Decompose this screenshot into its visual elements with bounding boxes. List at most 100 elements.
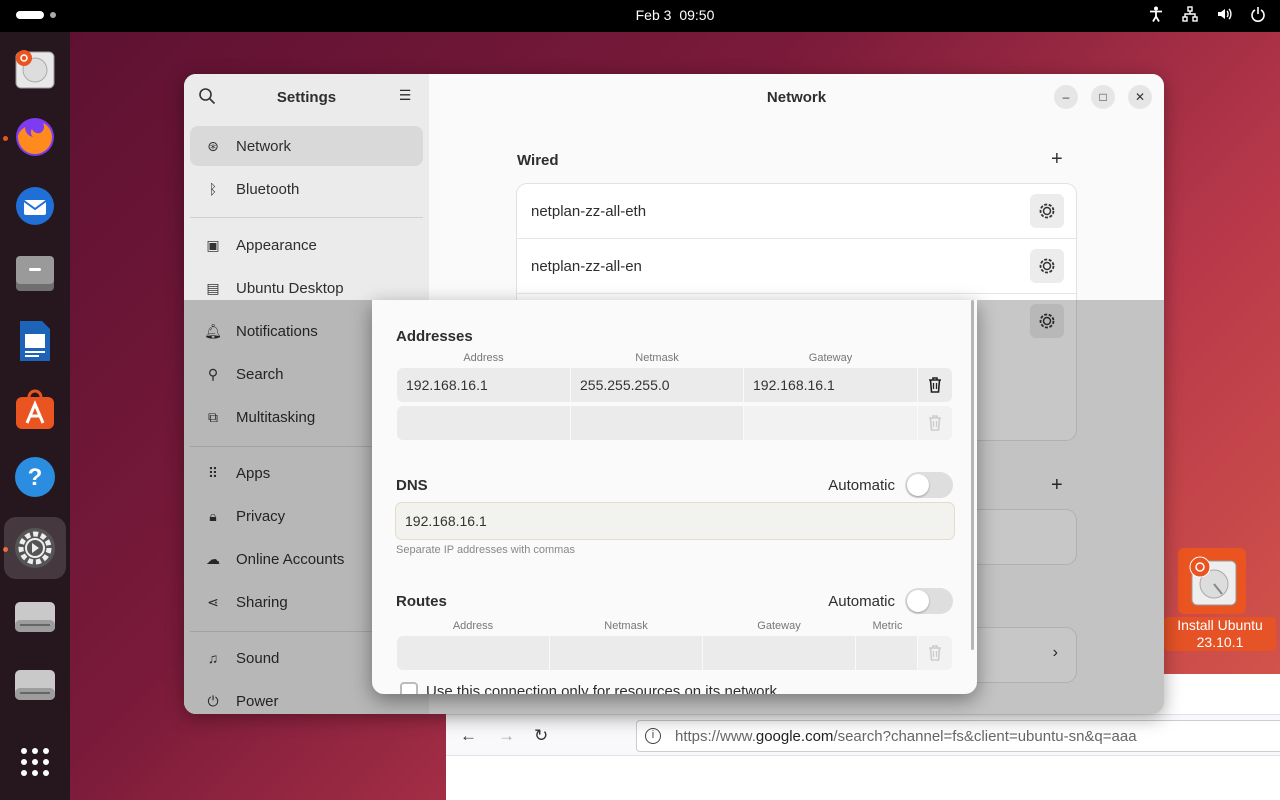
connection-settings-button[interactable] bbox=[1030, 194, 1064, 228]
dns-automatic-row: Automatic bbox=[828, 472, 953, 498]
desktop-icon-label-line2: 23.10.1 bbox=[1196, 634, 1244, 650]
info-icon[interactable]: i bbox=[645, 728, 661, 744]
minimize-button[interactable]: – bbox=[1054, 85, 1078, 109]
ipv4-settings-dialog: Addresses Address Netmask Gateway 192.16… bbox=[372, 300, 977, 694]
route-metric-field[interactable] bbox=[856, 636, 918, 670]
connection-row[interactable]: netplan-zz-all-eth bbox=[517, 184, 1076, 239]
sidebar-item-label: Appearance bbox=[236, 236, 317, 254]
show-apps-grid-icon[interactable] bbox=[11, 738, 59, 786]
hamburger-menu-icon[interactable]: ☰ bbox=[395, 87, 415, 107]
netmask-column-header: Netmask bbox=[635, 352, 679, 364]
dialog-scrollbar[interactable] bbox=[971, 300, 974, 650]
network-icon[interactable] bbox=[1182, 6, 1198, 25]
dock-writer[interactable] bbox=[11, 317, 59, 365]
sidebar-divider bbox=[190, 217, 423, 218]
gateway-field[interactable]: 192.168.16.1 bbox=[744, 368, 918, 402]
route-netmask-field[interactable] bbox=[550, 636, 703, 670]
bluetooth-icon: ᛒ bbox=[208, 181, 218, 197]
url-bar[interactable]: i https://www. google.com/search?channel=… bbox=[636, 720, 1280, 752]
netmask-field[interactable] bbox=[571, 406, 744, 440]
accessibility-icon[interactable] bbox=[1148, 6, 1164, 25]
clock-time: 09:50 bbox=[679, 7, 715, 23]
dock-help[interactable]: ? bbox=[11, 453, 59, 501]
dns-title: DNS bbox=[396, 477, 428, 494]
address-field[interactable]: 192.168.16.1 bbox=[397, 368, 571, 402]
trash-icon bbox=[929, 645, 941, 661]
toggle-knob bbox=[907, 474, 929, 496]
connection-name: netplan-zz-all-eth bbox=[531, 202, 647, 220]
routes-automatic-row: Automatic bbox=[828, 588, 953, 614]
svg-text:?: ? bbox=[28, 464, 43, 491]
delete-address-button[interactable] bbox=[918, 368, 952, 402]
routes-title: Routes bbox=[396, 593, 447, 610]
sidebar-item-network[interactable]: ⊛ Network bbox=[190, 126, 423, 166]
wired-section-title: Wired bbox=[517, 152, 559, 169]
routes-automatic-toggle[interactable] bbox=[905, 588, 953, 614]
address-row-empty bbox=[397, 406, 952, 440]
route-gateway-header: Gateway bbox=[757, 620, 801, 632]
limit-to-network-checkbox[interactable] bbox=[400, 682, 418, 694]
dock-app-center[interactable] bbox=[11, 385, 59, 433]
connection-settings-button[interactable] bbox=[1030, 249, 1064, 283]
dock-firefox[interactable] bbox=[11, 113, 59, 161]
url-path: /search?channel=fs&client=ubuntu-sn&q=aa… bbox=[833, 727, 1137, 745]
maximize-button[interactable]: □ bbox=[1091, 85, 1115, 109]
back-arrow-icon[interactable]: ← bbox=[460, 726, 477, 746]
system-tray[interactable] bbox=[1148, 6, 1266, 25]
connection-name: netplan-zz-all-en bbox=[531, 257, 642, 275]
sidebar-item-bluetooth[interactable]: ᛒ Bluetooth bbox=[190, 169, 423, 209]
dock-settings[interactable] bbox=[4, 517, 66, 579]
netmask-field[interactable]: 255.255.255.0 bbox=[571, 368, 744, 402]
gear-icon bbox=[1039, 258, 1055, 274]
address-row: 192.168.16.1 255.255.255.0 192.168.16.1 bbox=[397, 368, 952, 402]
reload-icon[interactable]: ↻ bbox=[534, 726, 548, 746]
close-button[interactable]: ✕ bbox=[1128, 85, 1152, 109]
route-row bbox=[397, 636, 952, 670]
dns-input[interactable]: 192.168.16.1 bbox=[396, 503, 954, 539]
route-address-header: Address bbox=[452, 620, 494, 632]
limit-to-network-row[interactable]: Use this connection only for resources o… bbox=[400, 682, 777, 694]
top-bar: Feb 3 09:50 bbox=[0, 0, 1280, 32]
dns-automatic-label: Automatic bbox=[828, 476, 895, 494]
desktop-install-ubuntu[interactable]: Install Ubuntu 23.10.1 bbox=[1164, 548, 1276, 656]
route-metric-header: Metric bbox=[872, 620, 903, 632]
sidebar-item-label: Ubuntu Desktop bbox=[236, 279, 344, 297]
route-address-field[interactable] bbox=[397, 636, 550, 670]
forward-arrow-icon[interactable]: → bbox=[498, 726, 515, 746]
volume-icon[interactable] bbox=[1216, 6, 1232, 25]
delete-route-button bbox=[918, 636, 952, 670]
dns-hint: Separate IP addresses with commas bbox=[396, 544, 575, 556]
toggle-knob bbox=[907, 590, 929, 612]
gateway-field[interactable] bbox=[744, 406, 918, 440]
sidebar-item-appearance[interactable]: ▣ Appearance bbox=[190, 225, 423, 265]
dock: ? bbox=[0, 32, 70, 800]
delete-address-button bbox=[918, 406, 952, 440]
dock-thunderbird[interactable] bbox=[11, 181, 59, 229]
clock[interactable]: Feb 3 09:50 bbox=[0, 7, 1280, 23]
url-prefix: https://www. bbox=[675, 727, 756, 745]
sidebar-item-label: Bluetooth bbox=[236, 180, 300, 198]
sidebar-item-label: Network bbox=[236, 137, 292, 155]
network-icon: ⊛ bbox=[207, 137, 219, 154]
dock-disk[interactable] bbox=[11, 661, 59, 709]
running-indicator bbox=[3, 136, 8, 141]
add-wired-connection-button[interactable]: + bbox=[1051, 148, 1063, 171]
power-icon[interactable] bbox=[1250, 6, 1266, 25]
desktop-icon: ▤ bbox=[206, 279, 220, 296]
limit-to-network-label: Use this connection only for resources o… bbox=[426, 682, 777, 695]
trash-icon bbox=[929, 377, 941, 393]
dock-disk[interactable] bbox=[11, 593, 59, 641]
address-field[interactable] bbox=[397, 406, 571, 440]
trash-icon bbox=[929, 415, 941, 431]
route-gateway-field[interactable] bbox=[703, 636, 856, 670]
appearance-icon: ▣ bbox=[206, 236, 220, 253]
installer-icon bbox=[1178, 548, 1246, 614]
sidebar-title: Settings bbox=[276, 89, 337, 106]
dock-installer[interactable] bbox=[11, 45, 59, 93]
desktop-icon-label-line1: Install Ubuntu bbox=[1177, 617, 1263, 633]
address-column-header: Address bbox=[463, 352, 504, 364]
connection-row[interactable]: netplan-zz-all-en bbox=[517, 239, 1076, 294]
dns-automatic-toggle[interactable] bbox=[905, 472, 953, 498]
clock-date: Feb 3 bbox=[635, 7, 672, 23]
dock-files[interactable] bbox=[11, 249, 59, 297]
